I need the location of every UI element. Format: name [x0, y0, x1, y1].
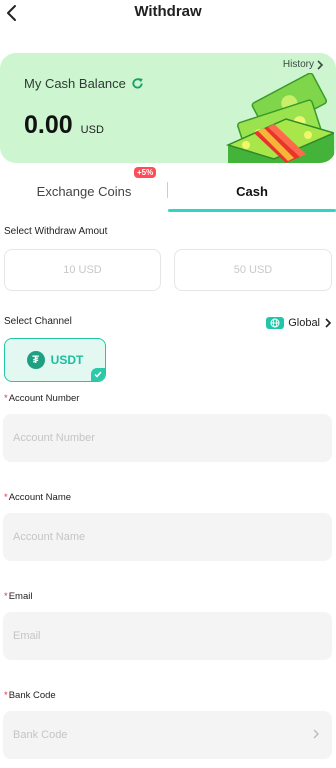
active-tab-indicator [168, 209, 336, 212]
tab-exchange-coins-label: Exchange Coins [36, 183, 132, 199]
email-label: *Email [4, 591, 32, 602]
bank-code-placeholder: Bank Code [13, 729, 68, 741]
amount-option-label: 10 USD [63, 264, 102, 276]
account-number-label: *Account Number [4, 393, 79, 404]
bank-code-label-text: Bank Code [8, 690, 56, 701]
tab-cash-label: Cash [236, 183, 268, 199]
check-icon [91, 368, 105, 381]
account-name-label: *Account Name [4, 492, 71, 503]
region-label: Global [288, 317, 320, 329]
cash-stack-icon [225, 73, 334, 163]
withdraw-amount-label: Select Withdraw Amout [4, 226, 108, 237]
bank-code-label: *Bank Code [4, 690, 56, 701]
balance-label-row: My Cash Balance [24, 76, 144, 91]
account-number-label-text: Account Number [8, 393, 80, 404]
amount-option-50[interactable]: 50 USD [174, 249, 332, 291]
usdt-icon: ₮ [26, 351, 45, 369]
history-link[interactable]: History [283, 59, 324, 70]
chevron-right-icon [313, 729, 319, 739]
balance-currency: USD [80, 124, 104, 136]
region-selector[interactable]: Global [266, 317, 332, 329]
account-name-placeholder: Account Name [13, 531, 86, 543]
amount-option-label: 50 USD [233, 264, 273, 276]
channel-label: Select Channel [4, 316, 72, 327]
history-label: History [282, 59, 314, 70]
email-label-text: Email [8, 591, 33, 602]
required-marker: * [4, 393, 8, 404]
channel-usdt-label: USDT [50, 353, 84, 367]
balance-label: My Cash Balance [24, 76, 126, 91]
required-marker: * [4, 492, 8, 503]
account-number-placeholder: Account Number [13, 432, 95, 444]
required-marker: * [4, 690, 8, 701]
balance-card: History My Cash Balance 0.00 USD [0, 53, 336, 163]
account-name-input[interactable]: Account Name [3, 513, 332, 561]
chevron-right-icon [317, 59, 324, 70]
tab-cash[interactable]: Cash [168, 170, 336, 212]
withdraw-tabs: Exchange Coins +5% Cash [0, 167, 336, 212]
account-number-input[interactable]: Account Number [3, 414, 332, 462]
chevron-right-icon [325, 318, 332, 328]
email-input[interactable]: Email [3, 612, 332, 660]
channel-usdt[interactable]: ₮ USDT [4, 338, 106, 382]
bonus-badge: +5% [134, 167, 157, 178]
balance-value: 0.00 [24, 111, 73, 139]
globe-icon [266, 317, 285, 329]
top-bar: Withdraw [0, 0, 336, 34]
amount-option-10[interactable]: 10 USD [4, 249, 161, 291]
bank-code-select[interactable]: Bank Code [3, 711, 332, 759]
required-marker: * [4, 591, 8, 602]
balance-value-row: 0.00 USD [24, 111, 104, 140]
page-title: Withdraw [134, 3, 202, 20]
account-name-label-text: Account Name [8, 492, 72, 503]
refresh-icon[interactable] [131, 77, 144, 90]
email-placeholder: Email [13, 630, 41, 642]
